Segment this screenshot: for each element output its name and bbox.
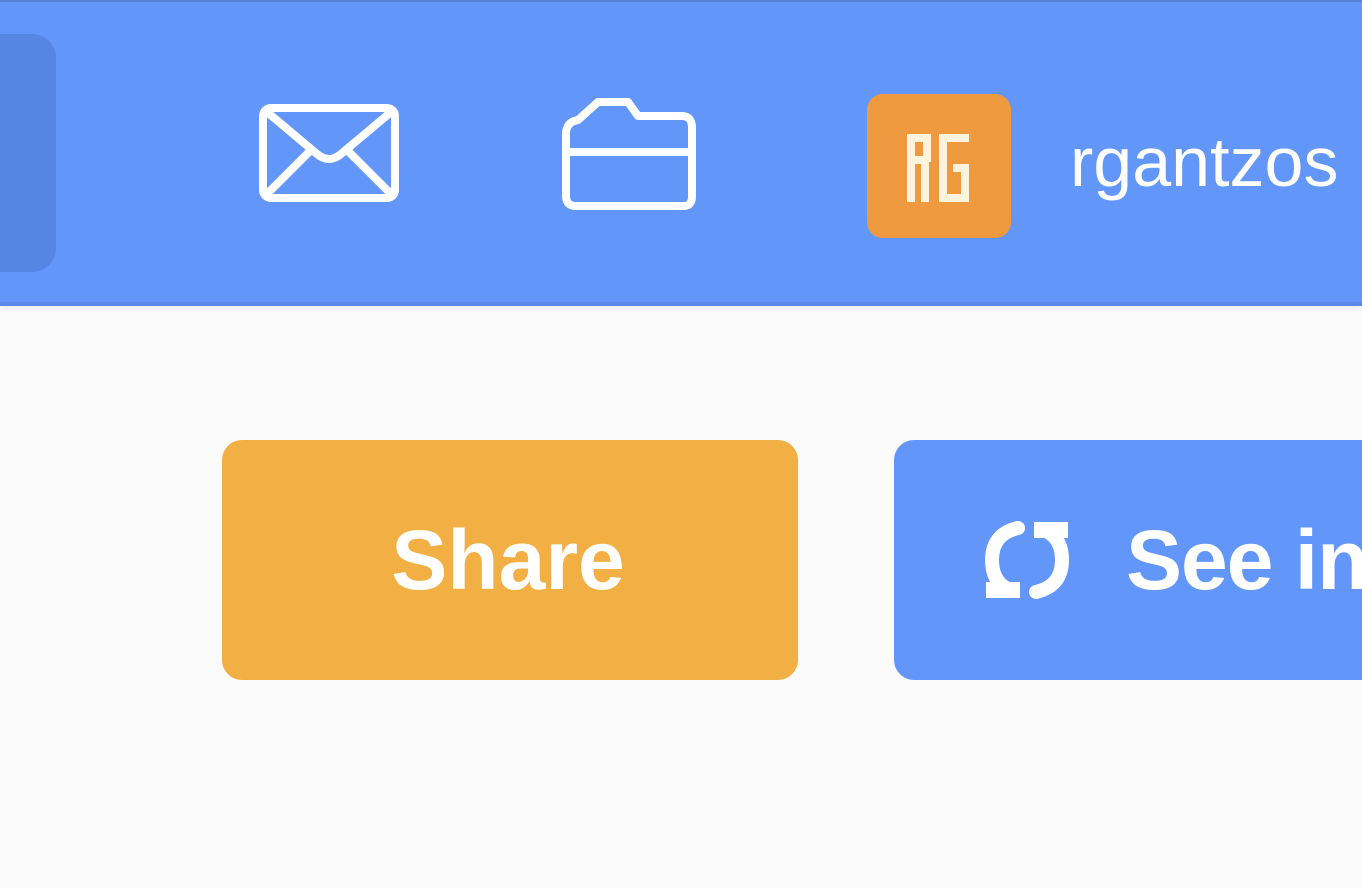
mail-icon xyxy=(259,104,399,202)
see-inside-button-label: See inside xyxy=(1126,513,1362,607)
my-stuff-button[interactable] xyxy=(558,94,698,214)
username-link[interactable]: rgantzos xyxy=(1070,122,1338,202)
refresh-icon xyxy=(984,521,1070,599)
avatar-image xyxy=(867,94,1011,238)
share-button-label: Share xyxy=(391,513,625,607)
user-avatar[interactable] xyxy=(867,94,1011,238)
messages-button[interactable] xyxy=(259,104,399,202)
sidebar-toggle-button[interactable] xyxy=(0,34,56,272)
top-navigation-bar: rgantzos xyxy=(0,0,1362,302)
page: rgantzos Share See inside xyxy=(0,0,1362,888)
folder-icon xyxy=(562,98,696,210)
share-button[interactable]: Share xyxy=(222,440,798,680)
see-inside-button[interactable]: See inside xyxy=(894,440,1362,680)
